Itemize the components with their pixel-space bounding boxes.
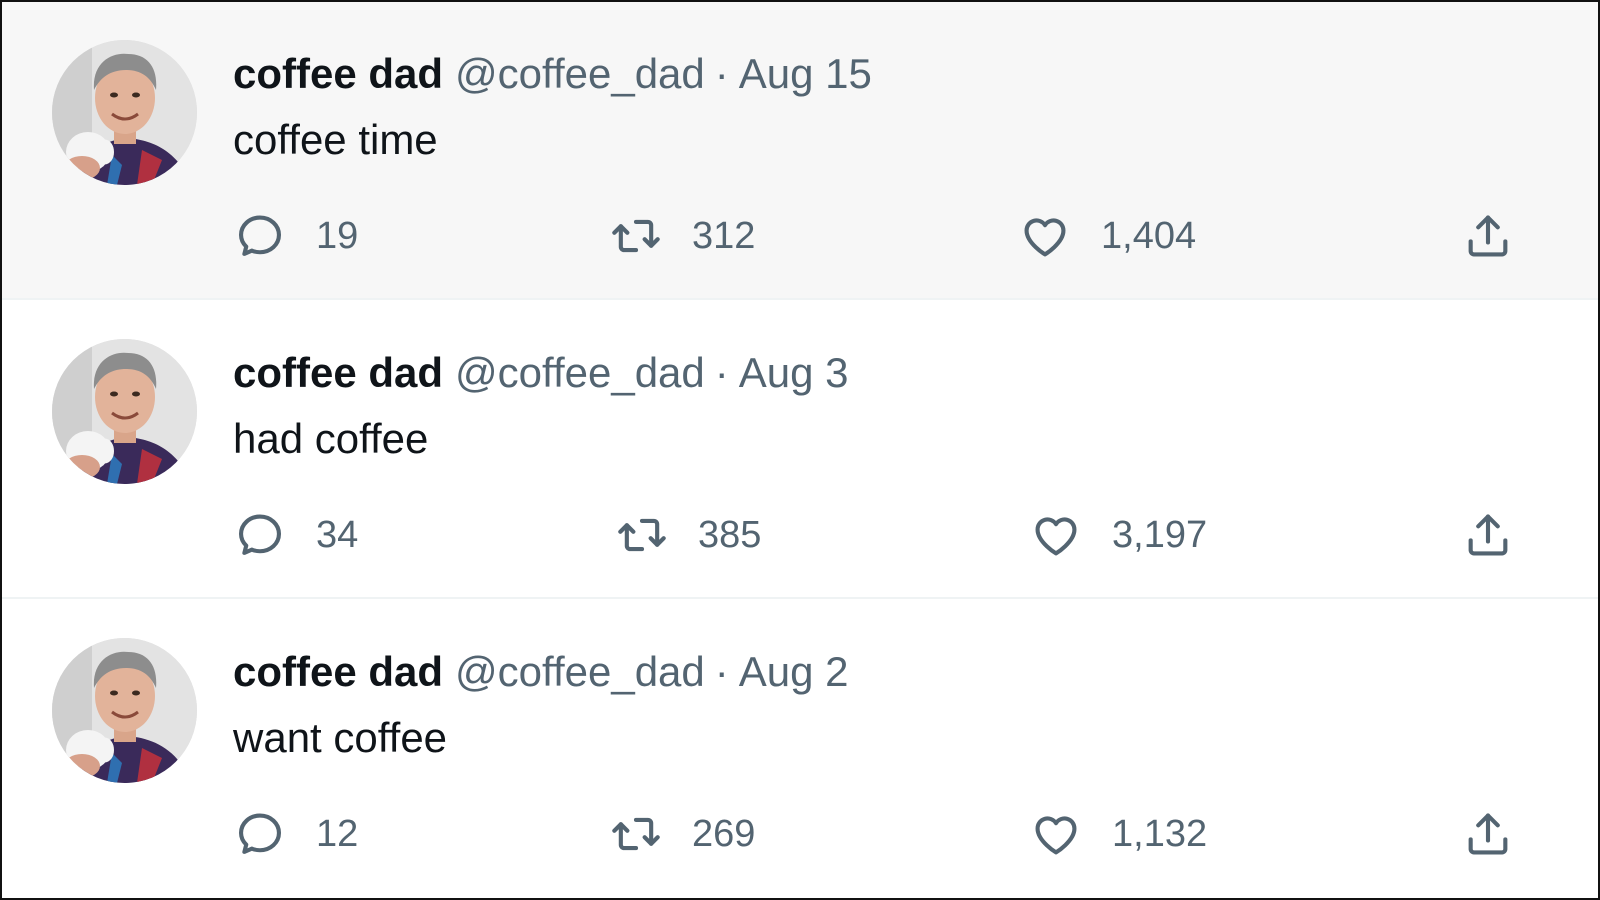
reply-button[interactable]: 12 bbox=[234, 806, 358, 862]
tweet-header: coffee dad @coffee_dad · Aug 15 bbox=[233, 46, 872, 102]
retweet-button[interactable]: 312 bbox=[610, 208, 755, 264]
like-button[interactable]: 3,197 bbox=[1030, 507, 1207, 563]
share-icon bbox=[1468, 514, 1508, 556]
retweet-button[interactable]: 385 bbox=[616, 507, 761, 563]
retweet-count: 269 bbox=[692, 812, 756, 855]
reply-count: 12 bbox=[316, 812, 359, 855]
tweet-text: had coffee bbox=[233, 415, 429, 462]
author-name[interactable]: coffee dad bbox=[233, 349, 443, 396]
author-handle[interactable]: @coffee_dad bbox=[455, 648, 705, 695]
author-handle[interactable]: @coffee_dad bbox=[455, 50, 705, 97]
retweet-icon bbox=[612, 817, 660, 851]
retweet-count: 385 bbox=[698, 513, 762, 556]
tweet-actions: 12 269 1,132 bbox=[2, 806, 1598, 862]
tweet-actions: 19 312 1,404 bbox=[2, 208, 1598, 264]
share-icon bbox=[1468, 813, 1508, 855]
tweet-card[interactable]: coffee dad @coffee_dad · Aug 15 coffee time… bbox=[2, 2, 1598, 300]
heart-icon bbox=[1035, 816, 1077, 855]
retweet-icon bbox=[612, 219, 660, 253]
share-button[interactable] bbox=[1462, 208, 1514, 264]
author-handle[interactable]: @coffee_dad bbox=[455, 349, 705, 396]
retweet-count: 312 bbox=[692, 214, 756, 257]
retweet-icon bbox=[618, 518, 666, 552]
reply-icon bbox=[238, 813, 282, 854]
tweet-header: coffee dad @coffee_dad · Aug 2 bbox=[233, 644, 849, 700]
tweet-date[interactable]: Aug 15 bbox=[739, 50, 872, 97]
like-count: 1,404 bbox=[1101, 214, 1197, 257]
tweet-card[interactable]: coffee dad @coffee_dad · Aug 2 want coffee … bbox=[2, 600, 1598, 898]
tweet-actions: 34 385 3,197 bbox=[2, 507, 1598, 563]
tweet-card[interactable]: coffee dad @coffee_dad · Aug 3 had coffee 3… bbox=[2, 301, 1598, 599]
heart-icon bbox=[1035, 517, 1077, 556]
author-name[interactable]: coffee dad bbox=[233, 50, 443, 97]
avatar-image bbox=[52, 40, 197, 185]
reply-count: 19 bbox=[316, 214, 359, 257]
reply-icon bbox=[238, 215, 282, 256]
tweet-date[interactable]: Aug 2 bbox=[739, 648, 849, 695]
avatar[interactable] bbox=[52, 339, 197, 484]
tweet-header: coffee dad @coffee_dad · Aug 3 bbox=[233, 345, 849, 401]
avatar-image bbox=[52, 638, 197, 783]
timeline: coffee dad @coffee_dad · Aug 15 coffee time… bbox=[0, 0, 1600, 900]
avatar[interactable] bbox=[52, 638, 197, 783]
author-name[interactable]: coffee dad bbox=[233, 648, 443, 695]
separator-dot: · bbox=[714, 349, 729, 396]
like-count: 3,197 bbox=[1112, 513, 1208, 556]
reply-button[interactable]: 34 bbox=[234, 507, 358, 563]
reply-count: 34 bbox=[316, 513, 359, 556]
like-count: 1,132 bbox=[1112, 812, 1208, 855]
like-button[interactable]: 1,404 bbox=[1019, 208, 1196, 264]
tweet-date[interactable]: Aug 3 bbox=[739, 349, 849, 396]
share-button[interactable] bbox=[1462, 806, 1514, 862]
heart-icon bbox=[1024, 218, 1066, 257]
tweet-text: want coffee bbox=[233, 714, 448, 761]
avatar-image bbox=[52, 339, 197, 484]
retweet-button[interactable]: 269 bbox=[610, 806, 755, 862]
separator-dot: · bbox=[714, 50, 729, 97]
reply-button[interactable]: 19 bbox=[234, 208, 358, 264]
tweet-text: coffee time bbox=[233, 116, 438, 163]
avatar[interactable] bbox=[52, 40, 197, 185]
like-button[interactable]: 1,132 bbox=[1030, 806, 1207, 862]
separator-dot: · bbox=[714, 648, 729, 695]
share-icon bbox=[1468, 215, 1508, 257]
reply-icon bbox=[238, 514, 282, 555]
share-button[interactable] bbox=[1462, 507, 1514, 563]
